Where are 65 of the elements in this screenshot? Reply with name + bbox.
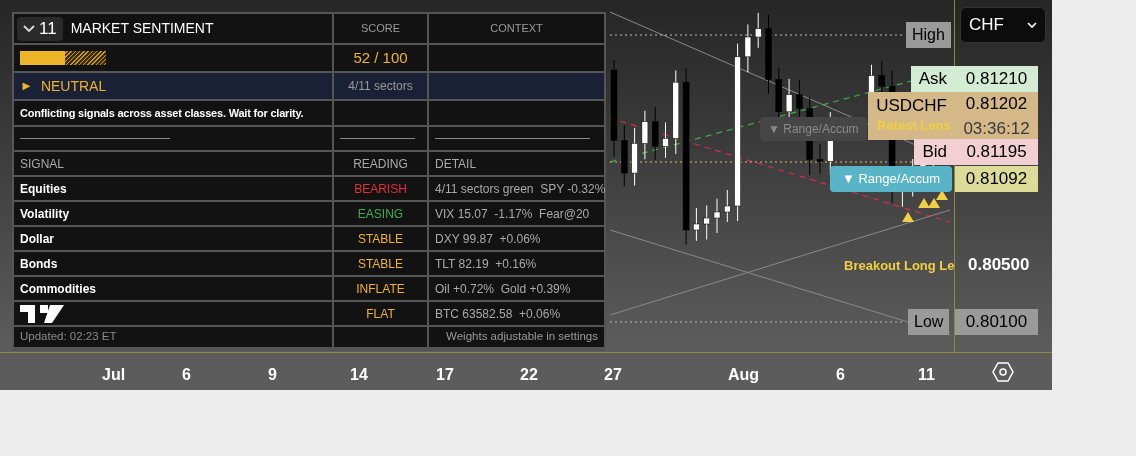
date-tick: 27 [604, 365, 622, 385]
settings-icon [992, 362, 1014, 382]
quote-label: Ask [910, 66, 955, 92]
signal-reading: STABLE [357, 230, 404, 248]
signal-detail: VIX 15.07 -1.17% Fear@20 [435, 205, 590, 223]
column-header: DETAIL [435, 155, 477, 173]
settings-button[interactable] [990, 361, 1016, 383]
date-tick: 9 [268, 365, 277, 385]
price-tick: 0.80500 [968, 254, 1030, 276]
date-tick: 6 [182, 365, 191, 385]
quote-label: Bid [914, 139, 955, 165]
signal-reading: FLAT [366, 305, 395, 323]
signal-name: Bonds [20, 255, 58, 273]
status-marker: ► [20, 77, 33, 96]
chart-note: Retest Lens [877, 117, 951, 135]
date-tick: 11 [918, 365, 935, 385]
low-price-tag: 0.80100 [955, 309, 1038, 335]
signal-name: Equities [20, 180, 67, 198]
column-header: CONTEXT [490, 21, 543, 37]
pattern-label: ▼ Range/Accum [830, 166, 953, 192]
triangle-marker [918, 198, 930, 208]
quote-price-tag: 0.81092 [955, 166, 1038, 192]
quote-price-tag: 0.81195 [955, 139, 1038, 165]
score-value: 52 / 100 [353, 47, 408, 68]
update-time: Updated: 02:23 ET [20, 329, 117, 345]
date-tick: Jul [102, 365, 126, 385]
signal-reading: EASING [357, 205, 404, 223]
signal-reading: BEARISH [354, 180, 407, 198]
signal-detail: BTC 63582.58 +0.06% [435, 305, 561, 323]
panel-title: MARKET SENTIMENT [70, 19, 214, 38]
chevron-down-icon [23, 24, 35, 33]
triangle-marker [902, 212, 914, 222]
sectors-count: 4/11 sectors [348, 78, 413, 95]
date-tick: 14 [350, 365, 368, 385]
signal-name: Commodities [20, 280, 96, 298]
signal-reading: INFLATE [356, 280, 405, 298]
settings-note: Weights adjustable in settings [446, 329, 598, 345]
status-label: NEUTRAL [40, 76, 107, 96]
column-header: READING [353, 155, 408, 173]
date-tick: 6 [836, 365, 845, 385]
signal-name: Volatility [20, 205, 70, 223]
date-tick: 22 [520, 365, 538, 385]
date-tick: Aug [728, 365, 760, 385]
date-tick: 17 [436, 365, 454, 385]
signal-detail: Oil +0.72% Gold +0.39% [435, 280, 571, 298]
logo-icon [20, 302, 64, 325]
column-header: SCORE [360, 21, 401, 37]
summary-message: Conflicting signals across asset classes. Wait for clarity. [20, 105, 304, 121]
chart-note: Breakout Long Le [844, 257, 955, 275]
signal-reading: STABLE [357, 255, 404, 273]
low-label: Low [908, 309, 950, 335]
pattern-label: ▼ Range/Accum [760, 117, 867, 141]
currency-dropdown[interactable]: CHF [960, 7, 1046, 43]
signal-detail: 4/11 sectors green SPY -0.32% [435, 180, 606, 198]
column-header: SIGNAL [20, 155, 64, 173]
signal-name: Dollar [20, 230, 54, 248]
high-label: High [906, 22, 951, 48]
quote-price-tag: 0.81210 [955, 66, 1038, 92]
signal-detail: TLT 82.19 +0.16% [435, 255, 537, 273]
interval-button[interactable]: 11 [17, 16, 63, 41]
signal-detail: DXY 99.87 +0.06% [435, 230, 541, 248]
triangle-marker [936, 190, 948, 200]
quote-price-tag: 0.81202 03:36:12 [955, 92, 1038, 140]
triangle-marker [928, 198, 940, 208]
chevron-down-icon [1027, 21, 1037, 29]
